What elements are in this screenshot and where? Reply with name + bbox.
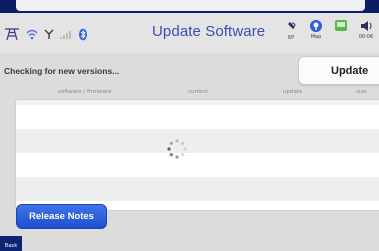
map-status[interactable]: Map	[307, 19, 325, 40]
loading-spinner-icon	[167, 139, 187, 159]
table-row	[16, 129, 379, 153]
column-header-current: current	[188, 89, 208, 95]
gps-caption: 6P	[287, 35, 295, 41]
update-software-screen: Update Software 6P Map 00:06 Checking fo…	[0, 13, 379, 251]
window-top-strip	[0, 0, 379, 13]
device-status[interactable]	[332, 19, 350, 34]
bluetooth-icon	[78, 28, 88, 41]
status-left-icons	[4, 25, 88, 43]
table-row	[16, 177, 379, 201]
gps-status[interactable]: 6P	[282, 19, 300, 41]
tower-icon	[4, 27, 20, 41]
update-button[interactable]: Update	[298, 56, 379, 85]
wifi-icon	[26, 29, 38, 40]
timer-caption: 00:06	[358, 34, 374, 40]
gps-satellite-icon	[285, 22, 296, 32]
table-row	[16, 105, 379, 129]
audio-status[interactable]: 00:06	[357, 19, 375, 40]
release-notes-button[interactable]: Release Notes	[16, 204, 107, 229]
status-right-icons: 6P Map 00:06	[282, 19, 379, 47]
back-button[interactable]: Back	[0, 236, 22, 251]
column-header-update: update	[283, 89, 303, 95]
speaker-icon	[361, 21, 372, 31]
versions-table	[15, 99, 379, 211]
map-caption: Map	[310, 34, 322, 40]
column-header-software: software / firmware	[58, 89, 112, 95]
column-header-size: size	[356, 89, 367, 95]
header-bar: Update Software 6P Map 00:06	[0, 13, 379, 53]
map-icon	[310, 20, 322, 32]
status-message: Checking for new versions...	[4, 66, 120, 76]
signal-bars-icon	[60, 28, 72, 40]
green-device-icon	[335, 20, 347, 31]
page-title: Update Software	[152, 23, 266, 40]
frosted-bar	[16, 0, 365, 11]
antenna-icon	[44, 28, 54, 40]
table-row	[16, 153, 379, 177]
